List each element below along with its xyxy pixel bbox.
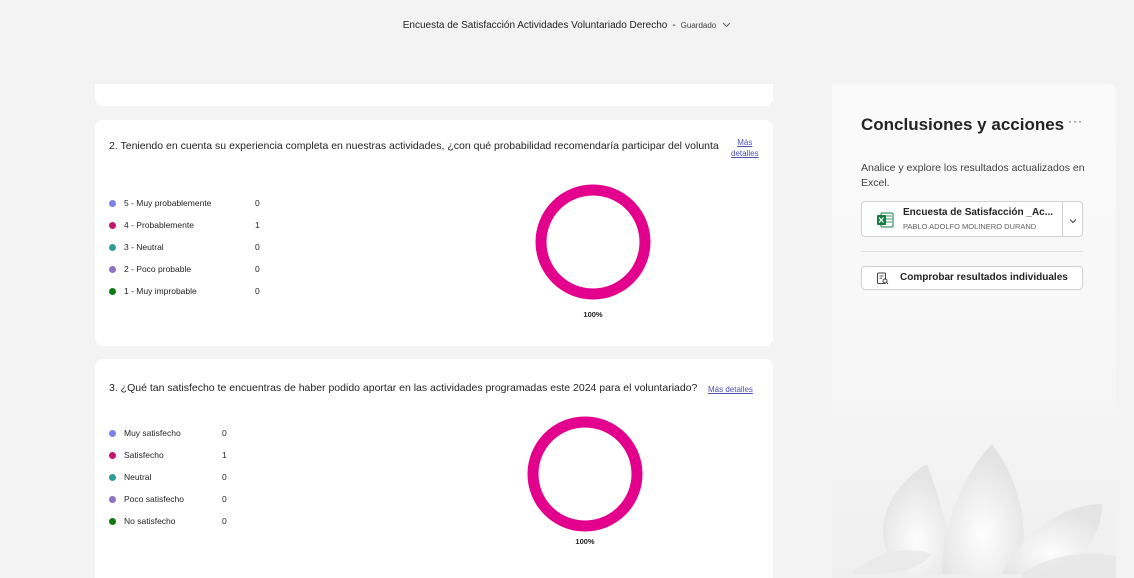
legend-count: 0 [255,242,260,252]
legend-label: 2 - Poco probable [124,264,192,274]
chevron-down-icon[interactable] [722,20,731,31]
legend-label: Satisfecho [124,450,164,460]
more-options-button[interactable]: ··· [1068,114,1083,128]
donut-slice[interactable] [527,416,643,532]
legend-count: 0 [222,472,227,482]
legend-count: 0 [222,494,227,504]
question-title: 3. ¿Qué tan satisfecho te encuentras de … [109,382,698,394]
chevron-down-icon[interactable] [1068,213,1078,231]
legend-dot [109,222,116,229]
donut-slice[interactable] [535,184,651,300]
legend-count: 0 [255,264,260,274]
sidebar-title: Conclusiones y acciones [861,115,1065,134]
survey-title[interactable]: Encuesta de Satisfacción Actividades Vol… [403,20,668,31]
legend-dot [109,496,116,503]
legend-dot [109,288,116,295]
legend-label: Muy satisfecho [124,428,181,438]
insights-sidebar: Conclusiones y acciones ··· Analice y ex… [832,84,1116,578]
donut-chart[interactable] [533,182,653,302]
sidebar-divider [861,251,1083,252]
legend-count: 1 [222,450,227,460]
file-name: Encuesta de Satisfacción _Ac... [903,207,1054,218]
question-card-2: 2. Teniendo en cuenta su experiencia com… [95,120,773,346]
excel-file-button[interactable]: Encuesta de Satisfacción _Ac... PABLO AD… [861,201,1083,237]
legend-dot [109,244,116,251]
donut-chart[interactable] [525,414,645,534]
title-separator: - [672,19,676,31]
decorative-flower-image [852,444,1116,578]
legend-count: 0 [222,516,227,526]
sidebar-description: Analice y explore los resultados actuali… [861,162,1085,189]
split-divider [1062,202,1063,236]
legend-label: Poco satisfecho [124,494,185,504]
question-card-3: 3. ¿Qué tan satisfecho te encuentras de … [95,359,773,578]
legend-dot [109,452,116,459]
legend-label: 1 - Muy improbable [124,286,197,296]
legend-label: No satisfecho [124,516,176,526]
save-status[interactable]: Guardado [681,21,717,30]
legend-dot [109,518,116,525]
legend-label: 5 - Muy probablemente [124,198,212,208]
legend-dot [109,474,116,481]
title-bar: Encuesta de Satisfacción Actividades Vol… [0,0,1134,50]
check-individual-results-button[interactable]: Comprobar resultados individuales [861,266,1083,290]
legend-count: 0 [255,286,260,296]
more-details-link[interactable]: Más detalles [708,384,753,395]
results-list: 2. Teniendo en cuenta su experiencia com… [40,84,832,578]
previous-question-card [95,84,773,106]
percent-label: 100% [575,537,595,546]
document-search-icon [876,272,889,290]
percent-label: 100% [583,310,603,319]
legend-dot [109,430,116,437]
question-title: 2. Teniendo en cuenta su experiencia com… [109,140,719,152]
legend-count: 1 [255,220,260,230]
legend-count: 0 [255,198,260,208]
results-panel: 2. Teniendo en cuenta su experiencia com… [40,84,1116,578]
check-results-label: Comprobar resultados individuales [900,272,1068,283]
legend-label: 4 - Probablemente [124,220,194,230]
legend-count: 0 [222,428,227,438]
legend-label: 3 - Neutral [124,242,164,252]
more-details-link[interactable]: Más detalles [731,137,759,159]
legend-dot [109,200,116,207]
legend-label: Neutral [124,472,152,482]
legend-dot [109,266,116,273]
excel-icon [877,212,894,228]
file-owner: PABLO ADOLFO MOLINERO DURAND [903,222,1037,231]
